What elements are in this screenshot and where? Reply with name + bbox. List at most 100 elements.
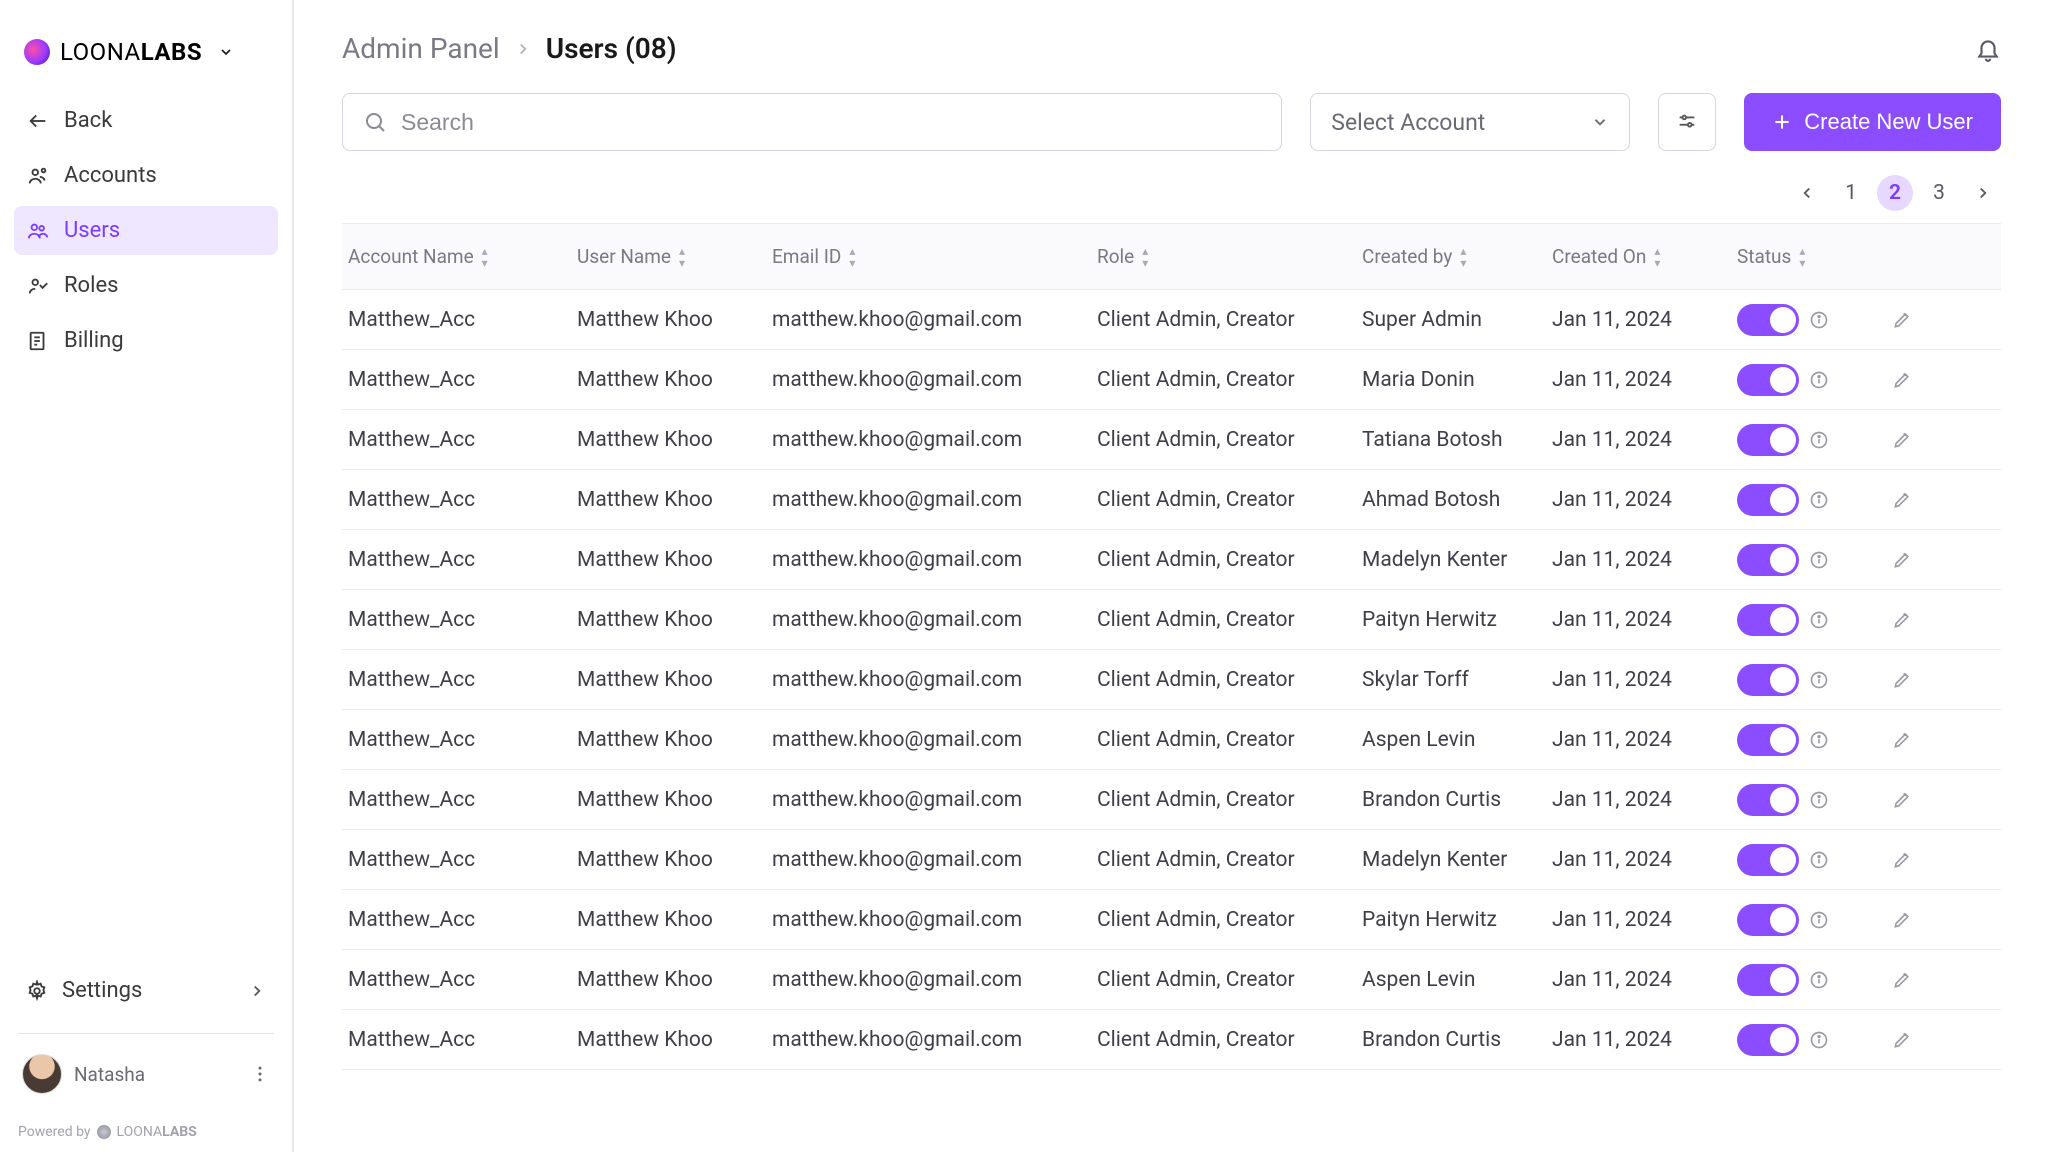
status-toggle[interactable] [1737, 604, 1799, 636]
status-toggle[interactable] [1737, 1024, 1799, 1056]
table-row: Matthew_AccMatthew Khoomatthew.khoo@gmai… [342, 1010, 2001, 1070]
page-prev-button[interactable] [1789, 175, 1825, 211]
cell-email: matthew.khoo@gmail.com [772, 788, 1097, 812]
info-icon[interactable] [1809, 910, 1829, 930]
table-row: Matthew_AccMatthew Khoomatthew.khoo@gmai… [342, 470, 2001, 530]
table-row: Matthew_AccMatthew Khoomatthew.khoo@gmai… [342, 830, 2001, 890]
col-email[interactable]: Email ID▴▾ [772, 245, 1097, 269]
back-button[interactable]: Back [14, 96, 278, 145]
edit-button[interactable] [1892, 970, 1912, 990]
status-toggle[interactable] [1737, 484, 1799, 516]
edit-button[interactable] [1892, 610, 1912, 630]
cell-status [1737, 904, 1857, 936]
status-toggle[interactable] [1737, 304, 1799, 336]
info-icon[interactable] [1809, 790, 1829, 810]
status-toggle[interactable] [1737, 844, 1799, 876]
page-next-button[interactable] [1965, 175, 2001, 211]
edit-button[interactable] [1892, 850, 1912, 870]
sort-icon: ▴▾ [1654, 245, 1660, 269]
sidebar-item-users[interactable]: Users [14, 206, 278, 255]
info-icon[interactable] [1809, 430, 1829, 450]
notifications-button[interactable] [1975, 36, 2001, 62]
edit-button[interactable] [1892, 790, 1912, 810]
edit-button[interactable] [1892, 310, 1912, 330]
edit-button[interactable] [1892, 910, 1912, 930]
info-icon[interactable] [1809, 850, 1829, 870]
sidebar-item-billing[interactable]: Billing [14, 316, 278, 365]
sidebar-item-settings[interactable]: Settings [14, 966, 278, 1015]
sidebar-item-roles[interactable]: Roles [14, 261, 278, 310]
edit-button[interactable] [1892, 490, 1912, 510]
info-icon[interactable] [1809, 730, 1829, 750]
more-vertical-icon[interactable] [250, 1064, 270, 1084]
cell-user: Matthew Khoo [577, 608, 772, 632]
info-icon[interactable] [1809, 310, 1829, 330]
col-created-on[interactable]: Created On▴▾ [1552, 245, 1737, 269]
info-icon[interactable] [1809, 490, 1829, 510]
cell-created-by: Madelyn Kenter [1362, 848, 1552, 872]
cell-status [1737, 664, 1857, 696]
cell-created-on: Jan 11, 2024 [1552, 368, 1737, 392]
col-user-name[interactable]: User Name▴▾ [577, 245, 772, 269]
info-icon[interactable] [1809, 550, 1829, 570]
table-row: Matthew_AccMatthew Khoomatthew.khoo@gmai… [342, 770, 2001, 830]
cell-user: Matthew Khoo [577, 788, 772, 812]
page-3[interactable]: 3 [1921, 175, 1957, 211]
edit-button[interactable] [1892, 430, 1912, 450]
cell-user: Matthew Khoo [577, 548, 772, 572]
col-status[interactable]: Status▴▾ [1737, 245, 1857, 269]
create-user-button[interactable]: Create New User [1744, 93, 2001, 151]
col-created-by[interactable]: Created by▴▾ [1362, 245, 1552, 269]
status-toggle[interactable] [1737, 904, 1799, 936]
profile-section[interactable]: Natasha [14, 1048, 278, 1100]
cell-status [1737, 424, 1857, 456]
cell-role: Client Admin, Creator [1097, 728, 1362, 752]
status-toggle[interactable] [1737, 364, 1799, 396]
cell-created-by: Aspen Levin [1362, 728, 1552, 752]
status-toggle[interactable] [1737, 544, 1799, 576]
cell-email: matthew.khoo@gmail.com [772, 728, 1097, 752]
edit-button[interactable] [1892, 670, 1912, 690]
brand[interactable]: LOONALABS [14, 38, 278, 96]
cell-status [1737, 484, 1857, 516]
search-field[interactable] [342, 93, 1282, 151]
cell-account: Matthew_Acc [342, 488, 577, 512]
status-toggle[interactable] [1737, 784, 1799, 816]
info-icon[interactable] [1809, 1030, 1829, 1050]
info-icon[interactable] [1809, 970, 1829, 990]
powered-by: Powered by LOONALABS [14, 1100, 278, 1140]
page-1[interactable]: 1 [1833, 175, 1869, 211]
info-icon[interactable] [1809, 610, 1829, 630]
chevron-down-icon[interactable] [218, 44, 234, 60]
cell-email: matthew.khoo@gmail.com [772, 908, 1097, 932]
status-toggle[interactable] [1737, 724, 1799, 756]
cell-status [1737, 544, 1857, 576]
chevron-right-icon [514, 40, 532, 58]
info-icon[interactable] [1809, 670, 1829, 690]
cell-email: matthew.khoo@gmail.com [772, 668, 1097, 692]
breadcrumb-section[interactable]: Admin Panel [342, 32, 500, 65]
search-input[interactable] [401, 109, 1261, 136]
edit-button[interactable] [1892, 1030, 1912, 1050]
status-toggle[interactable] [1737, 664, 1799, 696]
page-2[interactable]: 2 [1877, 175, 1913, 211]
account-select[interactable]: Select Account [1310, 93, 1630, 151]
status-toggle[interactable] [1737, 964, 1799, 996]
profile-name: Natasha [74, 1063, 145, 1086]
sidebar-item-accounts[interactable]: Accounts [14, 151, 278, 200]
cell-account: Matthew_Acc [342, 968, 577, 992]
edit-button[interactable] [1892, 730, 1912, 750]
cell-status [1737, 1024, 1857, 1056]
edit-button[interactable] [1892, 550, 1912, 570]
info-icon[interactable] [1809, 370, 1829, 390]
cell-email: matthew.khoo@gmail.com [772, 428, 1097, 452]
cell-email: matthew.khoo@gmail.com [772, 608, 1097, 632]
filter-button[interactable] [1658, 93, 1716, 151]
col-role[interactable]: Role▴▾ [1097, 245, 1362, 269]
edit-button[interactable] [1892, 370, 1912, 390]
cell-account: Matthew_Acc [342, 1028, 577, 1052]
status-toggle[interactable] [1737, 424, 1799, 456]
sidebar-item-label: Accounts [64, 163, 157, 188]
col-account-name[interactable]: Account Name▴▾ [342, 245, 577, 269]
table-row: Matthew_AccMatthew Khoomatthew.khoo@gmai… [342, 410, 2001, 470]
